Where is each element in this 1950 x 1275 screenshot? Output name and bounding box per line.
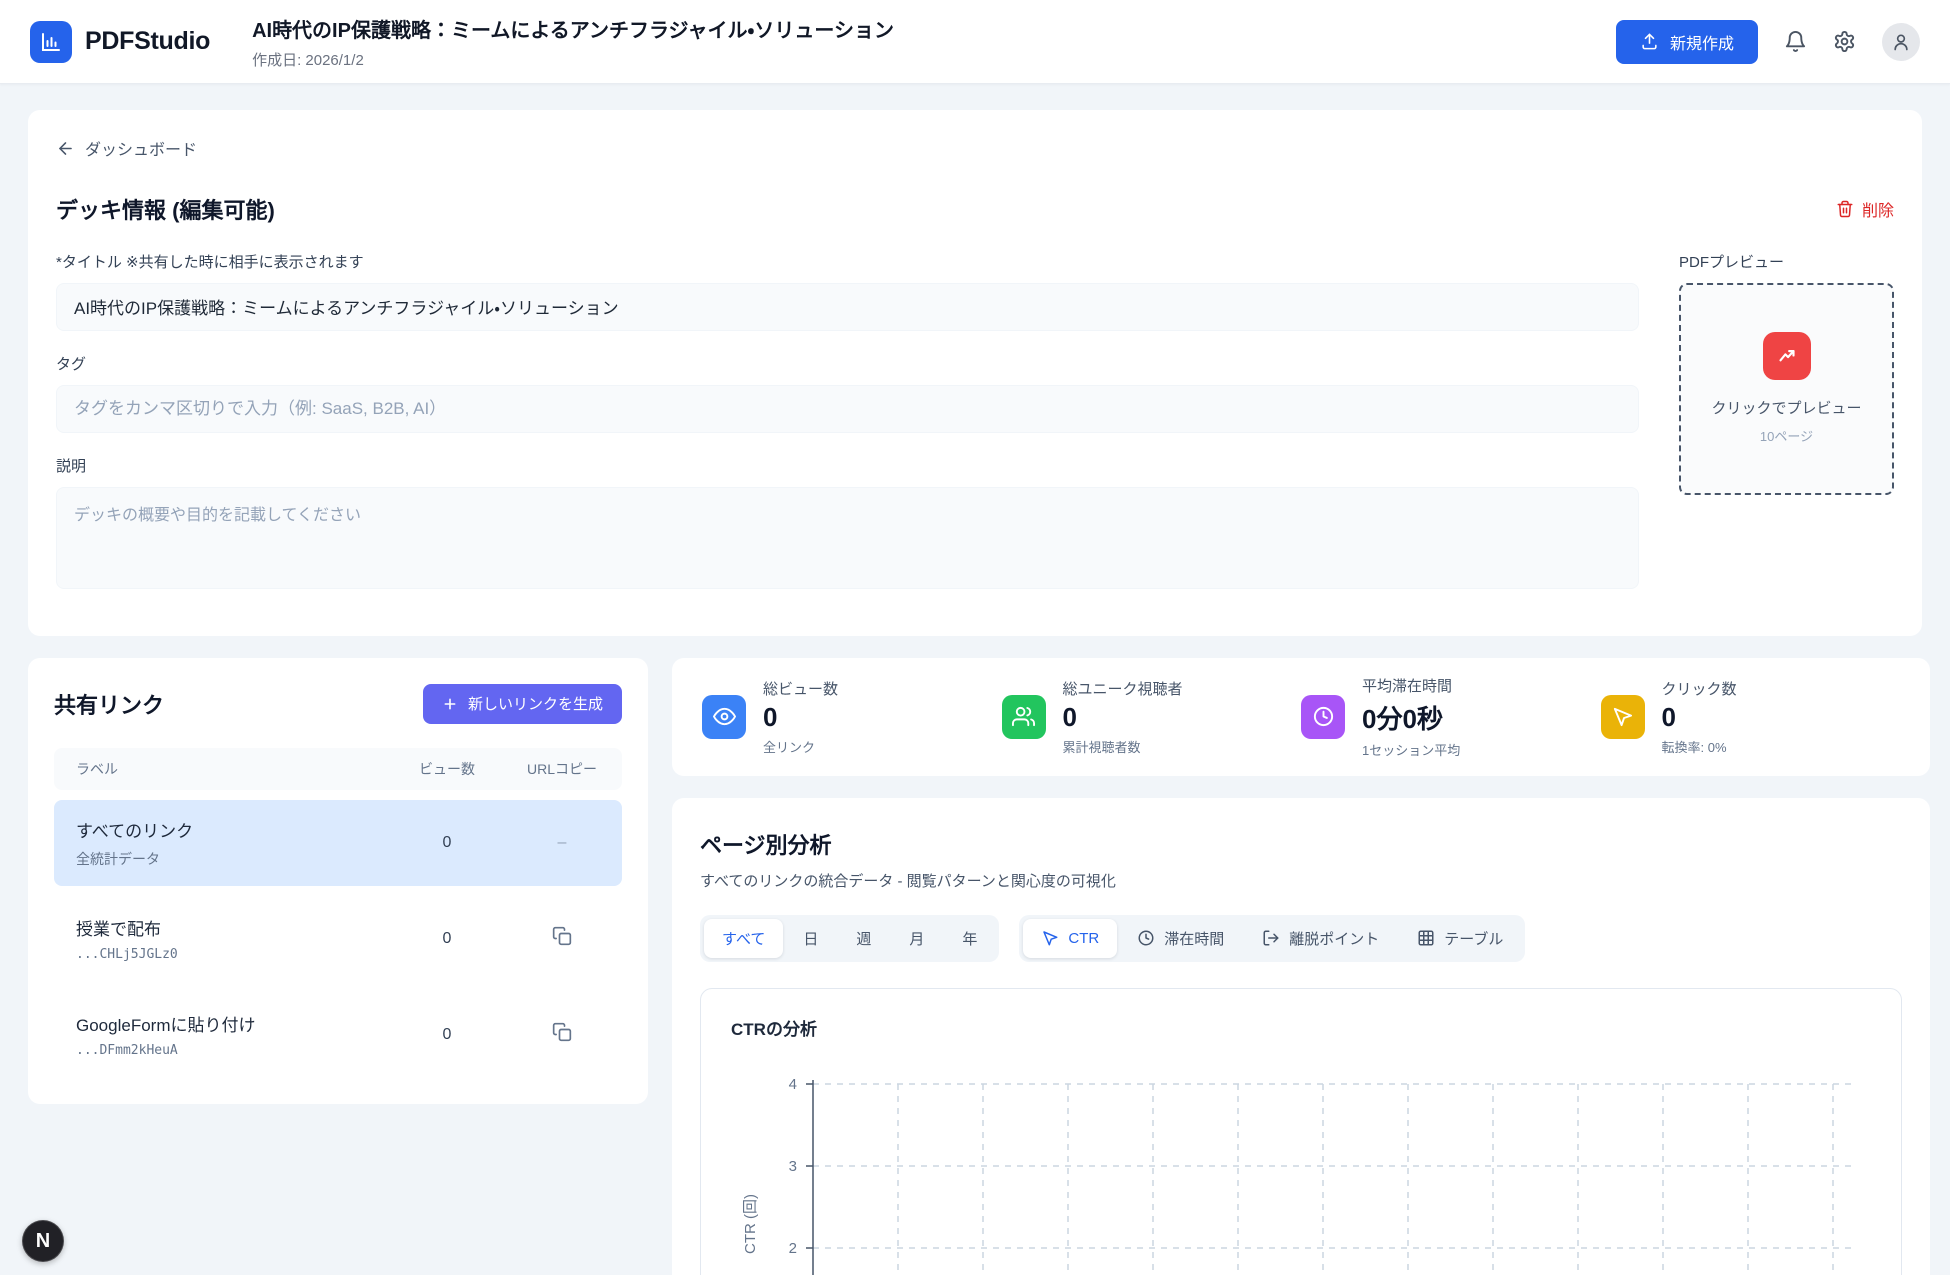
column-header-url-copy: URLコピー (502, 759, 622, 779)
pdf-preview-label: PDFプレビュー (1679, 251, 1894, 272)
title-field-label: *タイトル ※共有した時に相手に表示されます (56, 251, 1639, 272)
stat-unique-viewers: 総ユニーク視聴者 0 累計視聴者数 (1002, 678, 1302, 756)
bell-icon (1784, 30, 1807, 53)
y-tick-4: 4 (789, 1076, 797, 1093)
plus-icon (442, 696, 458, 712)
link-row-google-form[interactable]: GoogleFormに貼り付け ...DFmm2kHeuA 0 (54, 992, 622, 1078)
pdf-file-icon (1763, 332, 1811, 380)
header-actions: 新規作成 (1616, 20, 1920, 64)
tab-view-dwell-time[interactable]: 滞在時間 (1119, 919, 1242, 958)
description-textarea[interactable] (56, 487, 1639, 589)
cursor-icon (1041, 929, 1059, 947)
stats-summary-card: 総ビュー数 0 全リンク 総ユニーク視聴者 0 (672, 658, 1930, 776)
exit-icon (1262, 929, 1280, 947)
generate-link-button[interactable]: 新しいリンクを生成 (423, 684, 622, 724)
copy-url-button[interactable] (552, 926, 572, 949)
person-icon (1891, 32, 1911, 52)
link-row-all-links[interactable]: すべてのリンク 全統計データ 0 – (54, 800, 622, 886)
tab-period-month[interactable]: 月 (891, 919, 942, 958)
y-tick-3: 3 (789, 1158, 797, 1175)
y-axis-label: CTR (回) (742, 1194, 759, 1254)
clock-icon (1301, 695, 1345, 739)
deck-info-card: ダッシュボード デッキ情報 (編集可能) 削除 *タイトル ※共有した時に相手に… (28, 110, 1922, 636)
views-count: 0 (443, 1026, 452, 1043)
settings-button[interactable] (1833, 30, 1856, 53)
column-header-views: ビュー数 (392, 759, 502, 779)
user-avatar[interactable] (1882, 23, 1920, 61)
tab-view-ctr[interactable]: CTR (1023, 919, 1117, 958)
tab-period-day[interactable]: 日 (785, 919, 836, 958)
pdf-preview-box[interactable]: クリックでプレビュー 10ページ (1679, 283, 1894, 495)
view-tab-group: CTR 滞在時間 離脱ポイント (1019, 915, 1525, 962)
copy-icon (552, 1022, 572, 1042)
copy-url-button[interactable] (552, 1022, 572, 1045)
copy-icon (552, 926, 572, 946)
analytics-heading: ページ別分析 (700, 828, 1902, 860)
users-icon (1002, 695, 1046, 739)
shared-links-card: 共有リンク 新しいリンクを生成 ラベル ビュー数 URLコピー すべてのリンク (28, 658, 648, 1104)
ctr-chart-panel: CTRの分析 (700, 988, 1902, 1275)
analytics-subtitle: すべてのリンクの統合データ - 閲覧パターンと関心度の可視化 (700, 870, 1902, 891)
trash-icon (1836, 200, 1854, 218)
preview-click-text: クリックでプレビュー (1711, 397, 1861, 418)
gear-icon (1833, 30, 1856, 53)
page-analytics-card: ページ別分析 すべてのリンクの統合データ - 閲覧パターンと関心度の可視化 すべ… (672, 798, 1930, 1275)
link-row-class-distribution[interactable]: 授業で配布 ...CHLj5JGLz0 0 (54, 896, 622, 982)
stat-total-views: 総ビュー数 0 全リンク (702, 678, 1002, 756)
notifications-button[interactable] (1784, 30, 1807, 53)
no-copy-dash: – (558, 834, 567, 851)
pdf-preview-section: PDFプレビュー クリックでプレビュー 10ページ (1679, 251, 1894, 594)
ctr-line-chart: 4 3 2 1 CTR (回) (731, 1064, 1871, 1275)
arrow-left-icon (56, 139, 75, 158)
links-table: ラベル ビュー数 URLコピー すべてのリンク 全統計データ 0 – 授業で配布 (54, 748, 622, 1078)
deck-form: *タイトル ※共有した時に相手に表示されます タグ 説明 (56, 251, 1639, 594)
tab-view-exit-points[interactable]: 離脱ポイント (1244, 919, 1397, 958)
tab-period-week[interactable]: 週 (838, 919, 889, 958)
deck-title-input[interactable] (56, 283, 1639, 331)
brand-name: PDFStudio (85, 27, 210, 56)
document-title: AI時代のIP保護戦略：ミームによるアンチフラジャイル・ソリューション (252, 14, 894, 43)
y-tick-2: 2 (789, 1240, 797, 1257)
brand: PDFStudio (30, 21, 210, 63)
dev-badge[interactable]: N (22, 1220, 64, 1262)
description-field-label: 説明 (56, 455, 1639, 476)
tab-period-all[interactable]: すべて (704, 919, 783, 958)
app-header: PDFStudio AI時代のIP保護戦略：ミームによるアンチフラジャイル・ソリ… (0, 0, 1950, 84)
upload-icon (1640, 32, 1659, 51)
main-content: ダッシュボード デッキ情報 (編集可能) 削除 *タイトル ※共有した時に相手に… (0, 110, 1950, 1275)
table-icon (1417, 929, 1435, 947)
stat-average-dwell-time: 平均滞在時間 0分0秒 1セッション平均 (1301, 675, 1601, 759)
tag-input[interactable] (56, 385, 1639, 433)
app-logo-icon (30, 21, 72, 63)
views-count: 0 (443, 930, 452, 947)
delete-button[interactable]: 削除 (1836, 197, 1894, 221)
tab-period-year[interactable]: 年 (944, 919, 995, 958)
shared-links-heading: 共有リンク (54, 688, 164, 720)
eye-icon (702, 695, 746, 739)
tab-view-table[interactable]: テーブル (1399, 919, 1521, 958)
document-header: AI時代のIP保護戦略：ミームによるアンチフラジャイル・ソリューション 作成日:… (252, 14, 894, 70)
column-header-label: ラベル (54, 759, 392, 779)
links-table-header: ラベル ビュー数 URLコピー (54, 748, 622, 790)
new-create-button[interactable]: 新規作成 (1616, 20, 1758, 64)
chart-title: CTRの分析 (731, 1015, 1871, 1040)
clock-icon (1137, 929, 1155, 947)
preview-page-count: 10ページ (1760, 426, 1813, 445)
stat-clicks: クリック数 0 転換率: 0% (1601, 678, 1901, 756)
back-to-dashboard-link[interactable]: ダッシュボード (56, 136, 197, 160)
cursor-icon (1601, 695, 1645, 739)
document-created-date: 作成日: 2026/1/2 (252, 49, 894, 70)
tag-field-label: タグ (56, 353, 1639, 374)
period-tab-group: すべて 日 週 月 年 (700, 915, 999, 962)
views-count: 0 (443, 834, 452, 851)
deck-info-heading: デッキ情報 (編集可能) (56, 193, 275, 225)
